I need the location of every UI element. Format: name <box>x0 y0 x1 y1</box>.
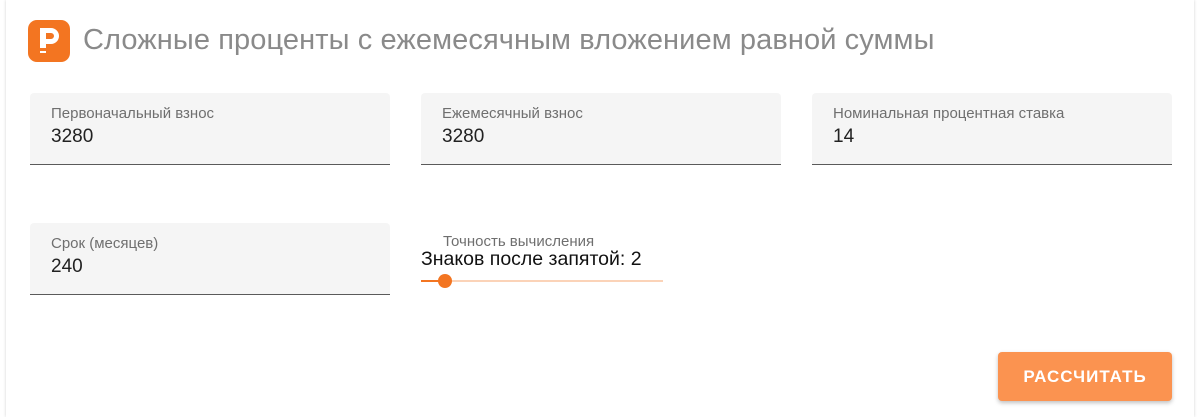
initial-deposit-input[interactable] <box>51 126 371 148</box>
term-months-field[interactable]: Срок (месяцев) <box>30 223 390 295</box>
letter-p-logo-icon <box>40 28 59 53</box>
term-months-label: Срок (месяцев) <box>51 235 159 252</box>
interest-rate-field[interactable]: Номинальная процентная ставка <box>812 93 1172 165</box>
initial-deposit-field[interactable]: Первоначальный взнос <box>30 93 390 165</box>
monthly-deposit-field[interactable]: Ежемесячный взнос <box>421 93 781 165</box>
initial-deposit-label: Первоначальный взнос <box>51 105 215 122</box>
page-title: Сложные проценты с ежемесячным вложением… <box>83 24 935 56</box>
interest-rate-input[interactable] <box>833 126 1153 148</box>
slider-thumb[interactable] <box>438 274 452 288</box>
app-logo-icon <box>28 20 70 62</box>
interest-rate-label: Номинальная процентная ставка <box>833 105 1065 122</box>
monthly-deposit-input[interactable] <box>442 126 762 148</box>
calculate-button[interactable]: РАССЧИТАТЬ <box>998 352 1172 401</box>
precision-slider[interactable] <box>421 270 663 294</box>
term-months-input[interactable] <box>51 256 371 278</box>
precision-value-text: Знаков после запятой: 2 <box>421 248 642 270</box>
monthly-deposit-label: Ежемесячный взнос <box>442 105 583 122</box>
slider-rail[interactable] <box>421 280 663 282</box>
